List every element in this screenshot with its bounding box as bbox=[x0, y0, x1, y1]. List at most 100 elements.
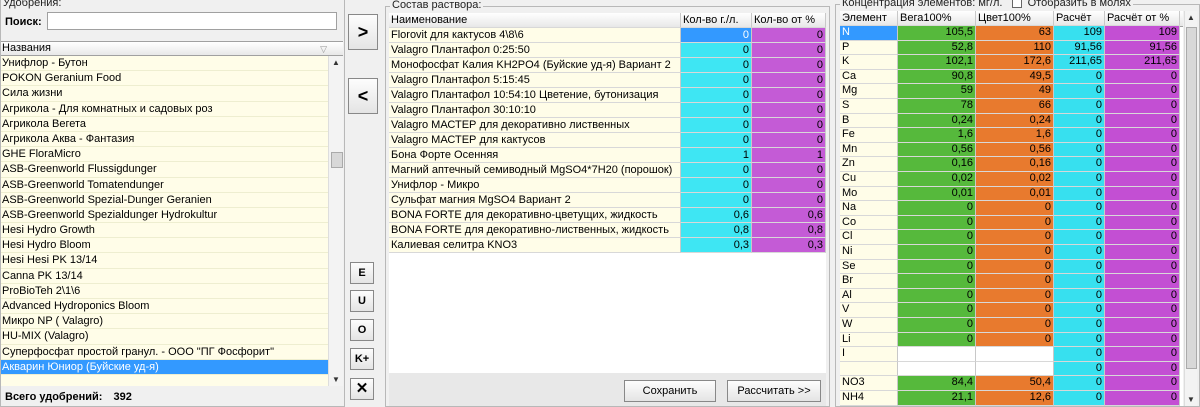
solution-row-grams[interactable]: 0 bbox=[681, 178, 752, 193]
list-item[interactable]: Hesi Hydro Bloom bbox=[1, 238, 328, 254]
element-cvet[interactable]: 0 bbox=[976, 274, 1054, 289]
element-cvet[interactable]: 0 bbox=[976, 245, 1054, 260]
element-calc-percent[interactable]: 0 bbox=[1105, 245, 1180, 260]
element-name[interactable]: W bbox=[840, 318, 898, 333]
solution-row-name[interactable]: Калиевая селитра KNO3 bbox=[389, 238, 681, 253]
element-vega[interactable]: 0 bbox=[898, 201, 976, 216]
list-item[interactable]: POKON Geranium Food bbox=[1, 71, 328, 87]
solution-row-grams[interactable]: 0 bbox=[681, 73, 752, 88]
element-calc[interactable]: 0 bbox=[1054, 259, 1105, 275]
element-vega[interactable]: 0,01 bbox=[898, 186, 976, 202]
moles-checkbox[interactable] bbox=[1011, 0, 1022, 9]
element-name[interactable]: I bbox=[840, 347, 898, 362]
element-vega[interactable]: 0 bbox=[898, 245, 976, 260]
element-calc-percent[interactable]: 0 bbox=[1105, 318, 1180, 333]
element-cvet[interactable]: 0 bbox=[976, 230, 1054, 245]
list-header-names[interactable]: Названия ▽ bbox=[1, 41, 343, 56]
list-item[interactable]: Акварин Юниор (Буйские уд-я) bbox=[1, 359, 328, 375]
solution-row-percent[interactable]: 0 bbox=[752, 193, 826, 208]
element-cvet[interactable]: 110 bbox=[976, 40, 1054, 56]
list-item[interactable]: Суперфосфат простой гранул. - ООО "ПГ Фо… bbox=[1, 345, 328, 360]
element-vega[interactable]: 0 bbox=[898, 332, 976, 348]
element-vega[interactable]: 0 bbox=[898, 215, 976, 231]
list-item[interactable]: ProBioTeh 2\1\6 bbox=[1, 284, 328, 299]
element-calc-percent[interactable]: 0 bbox=[1105, 259, 1180, 275]
element-name[interactable]: S bbox=[840, 99, 898, 114]
element-calc[interactable]: 0 bbox=[1054, 274, 1105, 289]
element-calc-percent[interactable]: 0 bbox=[1105, 128, 1180, 143]
element-calc[interactable]: 0 bbox=[1054, 157, 1105, 172]
col-header-percent[interactable]: Кол-во от % bbox=[752, 13, 826, 28]
list-item[interactable]: ASB-Greenworld Flussigdunger bbox=[1, 162, 328, 178]
element-name[interactable]: Br bbox=[840, 274, 898, 289]
element-vega[interactable]: 78 bbox=[898, 99, 976, 114]
element-name[interactable]: Cu bbox=[840, 172, 898, 187]
element-cvet[interactable]: 1,6 bbox=[976, 128, 1054, 143]
e-button[interactable]: E bbox=[350, 262, 374, 284]
solution-row-percent[interactable]: 0 bbox=[752, 43, 826, 58]
scroll-down-icon[interactable]: ▼ bbox=[332, 375, 340, 384]
solution-row-percent[interactable]: 0 bbox=[752, 73, 826, 88]
solution-row-name[interactable]: Valagro МАСТЕР для декоративно лиственны… bbox=[389, 118, 681, 133]
solution-row-grams[interactable]: 0 bbox=[681, 193, 752, 208]
element-name[interactable]: Mo bbox=[840, 186, 898, 202]
element-cvet[interactable]: 172,6 bbox=[976, 55, 1054, 70]
element-vega[interactable] bbox=[898, 347, 976, 362]
element-calc-percent[interactable]: 0 bbox=[1105, 361, 1180, 377]
element-calc-percent[interactable]: 0 bbox=[1105, 288, 1180, 304]
element-calc[interactable]: 0 bbox=[1054, 332, 1105, 348]
element-calc-percent[interactable]: 0 bbox=[1105, 391, 1180, 406]
concentration-scrollbar[interactable]: ▲ ▼ bbox=[1184, 11, 1197, 406]
element-name[interactable]: B bbox=[840, 113, 898, 129]
list-item[interactable]: ASB-Greenworld Tomatendunger bbox=[1, 178, 328, 193]
solution-row-percent[interactable]: 0 bbox=[752, 118, 826, 133]
element-name[interactable]: K bbox=[840, 55, 898, 70]
solution-row-name[interactable]: Valagro Плантафол 30:10:10 bbox=[389, 103, 681, 118]
element-cvet[interactable] bbox=[976, 347, 1054, 362]
solution-row-percent[interactable]: 0 bbox=[752, 58, 826, 73]
solution-row-grams[interactable]: 0 bbox=[681, 28, 752, 43]
solution-row-percent[interactable]: 0,8 bbox=[752, 223, 826, 238]
element-vega[interactable]: 0,02 bbox=[898, 172, 976, 187]
element-vega[interactable]: 105,5 bbox=[898, 26, 976, 41]
element-vega[interactable]: 0 bbox=[898, 230, 976, 245]
solution-row-percent[interactable]: 0 bbox=[752, 28, 826, 43]
element-name[interactable]: NH4 bbox=[840, 391, 898, 406]
solution-row-percent[interactable]: 0 bbox=[752, 163, 826, 178]
solution-row-name[interactable]: Florovit для кактусов 4\8\6 bbox=[389, 28, 681, 43]
solution-row-percent[interactable]: 0 bbox=[752, 103, 826, 118]
element-vega[interactable]: 0 bbox=[898, 318, 976, 333]
element-calc[interactable]: 0 bbox=[1054, 391, 1105, 406]
col-header-element[interactable]: Элемент bbox=[840, 11, 898, 26]
element-cvet[interactable] bbox=[976, 361, 1054, 377]
element-cvet[interactable]: 0 bbox=[976, 288, 1054, 304]
element-calc-percent[interactable]: 0 bbox=[1105, 347, 1180, 362]
element-calc[interactable]: 0 bbox=[1054, 113, 1105, 129]
element-vega[interactable]: 84,4 bbox=[898, 376, 976, 391]
element-vega[interactable]: 1,6 bbox=[898, 128, 976, 143]
element-vega[interactable]: 102,1 bbox=[898, 55, 976, 70]
search-input[interactable] bbox=[47, 12, 337, 30]
element-calc-percent[interactable]: 0 bbox=[1105, 69, 1180, 85]
element-calc[interactable]: 0 bbox=[1054, 99, 1105, 114]
solution-row-grams[interactable]: 1 bbox=[681, 148, 752, 163]
element-name[interactable]: NO3 bbox=[840, 376, 898, 391]
col-header-calc[interactable]: Расчёт bbox=[1054, 11, 1105, 26]
element-calc[interactable]: 91,56 bbox=[1054, 40, 1105, 56]
list-item[interactable]: Advanced Hydroponics Bloom bbox=[1, 299, 328, 315]
element-calc[interactable]: 109 bbox=[1054, 26, 1105, 41]
element-cvet[interactable]: 63 bbox=[976, 26, 1054, 41]
col-header-calc-percent[interactable]: Расчёт от % bbox=[1105, 11, 1180, 26]
element-calc[interactable]: 0 bbox=[1054, 230, 1105, 245]
element-calc-percent[interactable]: 109 bbox=[1105, 26, 1180, 41]
element-vega[interactable]: 59 bbox=[898, 84, 976, 99]
solution-row-name[interactable]: Valagro Плантафол 0:25:50 bbox=[389, 43, 681, 58]
element-vega[interactable]: 21,1 bbox=[898, 391, 976, 406]
element-calc-percent[interactable]: 0 bbox=[1105, 142, 1180, 158]
close-icon[interactable]: ✕ bbox=[350, 378, 374, 400]
element-calc[interactable]: 0 bbox=[1054, 361, 1105, 377]
list-item[interactable]: HU-MIX (Valagro) bbox=[1, 329, 328, 345]
element-cvet[interactable]: 0,24 bbox=[976, 113, 1054, 129]
solution-row-name[interactable]: Унифлор - Микро bbox=[389, 178, 681, 193]
element-calc-percent[interactable]: 0 bbox=[1105, 99, 1180, 114]
